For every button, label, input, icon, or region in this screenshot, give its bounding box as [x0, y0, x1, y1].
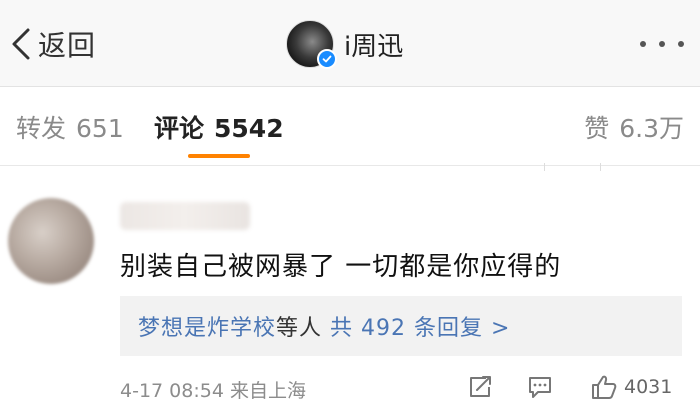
active-tab-indicator	[188, 154, 250, 158]
share-button[interactable]	[466, 372, 494, 402]
back-label: 返回	[38, 29, 97, 62]
tab-count: 651	[76, 114, 124, 143]
comment-item: 别装自己被网暴了 一切都是你应得的 梦想是炸学校等人 共 492 条回复 > 4…	[0, 186, 700, 414]
avatar[interactable]	[286, 20, 337, 69]
more-options-button[interactable]	[640, 34, 684, 54]
commenter-avatar[interactable]	[8, 198, 94, 284]
tab-label: 评论	[154, 114, 205, 143]
tab-count: 6.3万	[619, 114, 684, 143]
more-dots-icon	[640, 41, 646, 47]
profile-title[interactable]: i周迅	[286, 17, 403, 71]
tab-reposts[interactable]: 转发 651	[16, 109, 124, 145]
tab-divider-marks	[0, 163, 700, 173]
page-title: i周迅	[344, 31, 404, 62]
comment-timestamp: 4-17 08:54 来自上海	[120, 380, 306, 402]
more-dots-icon	[678, 41, 684, 47]
reply-suffix: 等人	[276, 316, 323, 341]
reply-preview-box[interactable]: 梦想是炸学校等人 共 492 条回复 >	[120, 296, 682, 356]
back-button[interactable]: 返回	[10, 22, 96, 66]
tab-comments[interactable]: 评论 5542	[154, 109, 284, 145]
top-nav-bar: 返回 i周迅	[0, 0, 700, 87]
more-dots-icon	[659, 41, 665, 47]
reply-button[interactable]	[526, 372, 554, 402]
share-icon	[470, 376, 491, 397]
reply-user-link[interactable]: 梦想是炸学校	[138, 316, 276, 341]
tab-count: 5542	[214, 114, 284, 143]
comment-icon	[529, 377, 551, 398]
tab-label: 赞	[584, 114, 610, 143]
like-count: 4031	[624, 376, 673, 398]
reply-count-link[interactable]: 共 492 条回复 >	[330, 316, 510, 341]
verified-badge-icon	[317, 49, 337, 69]
tab-likes[interactable]: 赞 6.3万	[584, 109, 684, 145]
thumbs-up-icon	[592, 375, 617, 399]
chevron-left-icon	[12, 28, 30, 60]
reply-preview-text: 梦想是炸学校等人 共 492 条回复 >	[138, 310, 510, 342]
like-button[interactable]: 4031	[590, 372, 672, 402]
tab-label: 转发	[16, 114, 67, 143]
comment-text[interactable]: 别装自己被网暴了 一切都是你应得的	[120, 246, 561, 283]
comment-meta-row: 4-17 08:54 来自上海 4031	[0, 372, 700, 402]
tab-bar: 转发 651 评论 5542 赞 6.3万	[0, 87, 700, 171]
commenter-username-redacted[interactable]	[120, 202, 250, 230]
